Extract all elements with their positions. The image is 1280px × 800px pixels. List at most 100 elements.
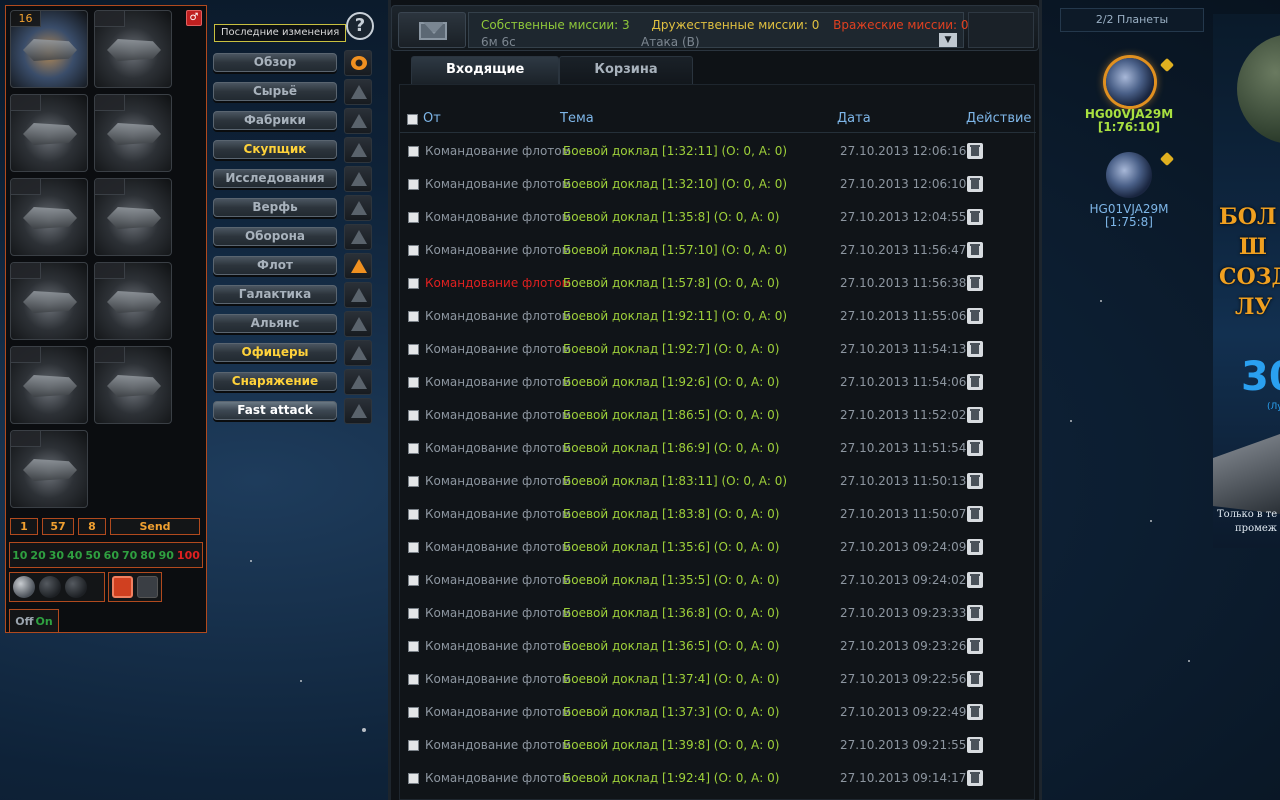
table-row[interactable]: Командование флотом Боевой доклад [1:86:9… xyxy=(400,432,1036,465)
message-subject[interactable]: Боевой доклад [1:35:8] (О: 0, А: 0) xyxy=(563,210,779,224)
trash-icon[interactable] xyxy=(967,407,983,423)
message-subject[interactable]: Боевой доклад [1:32:11] (О: 0, А: 0) xyxy=(563,144,787,158)
percent-option[interactable]: 90 xyxy=(159,549,174,562)
message-subject[interactable]: Боевой доклад [1:92:11] (О: 0, А: 0) xyxy=(563,309,787,323)
menu-item-fleet[interactable]: Флот xyxy=(213,256,339,278)
percent-option[interactable]: 70 xyxy=(122,549,137,562)
planet-name[interactable]: HG01VJA29M xyxy=(1064,202,1194,216)
message-subject[interactable]: Боевой доклад [1:83:11] (О: 0, А: 0) xyxy=(563,474,787,488)
table-row[interactable]: Командование флотом Боевой доклад [1:83:8… xyxy=(400,498,1036,531)
message-subject[interactable]: Боевой доклад [1:35:6] (О: 0, А: 0) xyxy=(563,540,779,554)
wrench-icon[interactable] xyxy=(1159,151,1175,167)
ship-slot[interactable] xyxy=(94,346,172,424)
table-row[interactable]: Командование флотом Боевой доклад [1:92:6… xyxy=(400,366,1036,399)
tab-trash[interactable]: Корзина xyxy=(559,56,693,84)
row-checkbox[interactable] xyxy=(408,146,419,157)
defense-icon[interactable] xyxy=(344,224,372,250)
debris-icon[interactable] xyxy=(39,576,61,598)
table-row[interactable]: Командование флотом Боевой доклад [1:32:1… xyxy=(400,135,1036,168)
row-checkbox[interactable] xyxy=(408,641,419,652)
table-row[interactable]: Командование флотом Боевой доклад [1:39:8… xyxy=(400,729,1036,762)
header-subject[interactable]: Тема xyxy=(560,111,594,126)
row-checkbox[interactable] xyxy=(408,476,419,487)
planet-name[interactable]: HG00VJA29M xyxy=(1064,107,1194,121)
table-row[interactable]: Командование флотом Боевой доклад [1:35:8… xyxy=(400,201,1036,234)
percent-option-selected[interactable]: 100 xyxy=(177,549,200,562)
percent-option[interactable]: 20 xyxy=(30,549,45,562)
latest-changes-link[interactable]: Последние изменения xyxy=(214,24,347,42)
table-row[interactable]: Командование флотом Боевой доклад [1:35:6… xyxy=(400,531,1036,564)
row-checkbox[interactable] xyxy=(408,674,419,685)
male-symbol-icon[interactable]: ♂ xyxy=(186,10,202,26)
row-checkbox[interactable] xyxy=(408,179,419,190)
planet-icon[interactable] xyxy=(13,576,35,598)
menu-item-research[interactable]: Исследования xyxy=(213,169,339,191)
trash-icon[interactable] xyxy=(967,473,983,489)
ship-slot[interactable] xyxy=(94,94,172,172)
row-checkbox[interactable] xyxy=(408,707,419,718)
message-subject[interactable]: Боевой доклад [1:36:5] (О: 0, А: 0) xyxy=(563,639,779,653)
menu-item-alliance[interactable]: Альянс xyxy=(213,314,339,336)
planet-image[interactable] xyxy=(1106,152,1152,198)
row-checkbox[interactable] xyxy=(408,245,419,256)
row-checkbox[interactable] xyxy=(408,542,419,553)
table-row[interactable]: Командование флотом Боевой доклад [1:92:4… xyxy=(400,762,1036,795)
header-from[interactable]: От xyxy=(423,111,441,126)
header-date[interactable]: Дата xyxy=(837,111,871,126)
message-subject[interactable]: Боевой доклад [1:32:10] (О: 0, А: 0) xyxy=(563,177,787,191)
chevron-down-icon[interactable]: ▼ xyxy=(939,33,957,47)
trash-icon[interactable] xyxy=(967,143,983,159)
trash-icon[interactable] xyxy=(967,539,983,555)
ship-slot[interactable] xyxy=(10,346,88,424)
menu-item-defense[interactable]: Оборона xyxy=(213,227,339,249)
row-checkbox[interactable] xyxy=(408,773,419,784)
percent-option[interactable]: 60 xyxy=(104,549,119,562)
on-off-toggle[interactable]: Off On xyxy=(9,609,59,633)
send-button[interactable]: Send xyxy=(110,518,200,535)
resources-icon[interactable] xyxy=(344,79,372,105)
percent-option[interactable]: 10 xyxy=(12,549,27,562)
menu-item-overview[interactable]: Обзор xyxy=(213,53,339,75)
menu-item-factories[interactable]: Фабрики xyxy=(213,111,339,133)
row-checkbox[interactable] xyxy=(408,575,419,586)
mail-button[interactable] xyxy=(398,12,466,48)
row-checkbox[interactable] xyxy=(408,410,419,421)
message-subject[interactable]: Боевой доклад [1:57:8] (О: 0, А: 0) xyxy=(563,276,779,290)
trash-icon[interactable] xyxy=(967,209,983,225)
trash-icon[interactable] xyxy=(967,572,983,588)
row-checkbox[interactable] xyxy=(408,377,419,388)
message-subject[interactable]: Боевой доклад [1:37:4] (О: 0, А: 0) xyxy=(563,672,779,686)
ship-slot[interactable] xyxy=(10,178,88,256)
percent-option[interactable]: 50 xyxy=(85,549,100,562)
tab-inbox[interactable]: Входящие xyxy=(411,56,560,84)
trash-icon[interactable] xyxy=(967,341,983,357)
quick-value-box[interactable]: 57 xyxy=(42,518,74,535)
trash-icon[interactable] xyxy=(967,770,983,786)
table-row[interactable]: Командование флотом Боевой доклад [1:36:8… xyxy=(400,597,1036,630)
ship-slot[interactable] xyxy=(94,178,172,256)
row-checkbox[interactable] xyxy=(408,278,419,289)
equipment-icon[interactable] xyxy=(344,369,372,395)
message-subject[interactable]: Боевой доклад [1:92:7] (О: 0, А: 0) xyxy=(563,342,779,356)
research-icon[interactable] xyxy=(344,166,372,192)
menu-item-officers[interactable]: Офицеры xyxy=(213,343,339,365)
ship-slot[interactable]: 16 xyxy=(10,10,88,88)
ship-slot[interactable] xyxy=(10,94,88,172)
table-row[interactable]: Командование флотом Боевой доклад [1:57:8… xyxy=(400,267,1036,300)
message-subject[interactable]: Боевой доклад [1:92:6] (О: 0, А: 0) xyxy=(563,375,779,389)
factories-icon[interactable] xyxy=(344,108,372,134)
row-checkbox[interactable] xyxy=(408,344,419,355)
row-checkbox[interactable] xyxy=(408,740,419,751)
trash-icon[interactable] xyxy=(967,275,983,291)
table-row[interactable]: Командование флотом Боевой доклад [1:83:1… xyxy=(400,465,1036,498)
quick-value-box[interactable]: 1 xyxy=(10,518,38,535)
trash-icon[interactable] xyxy=(967,737,983,753)
alliance-icon[interactable] xyxy=(344,311,372,337)
percent-option[interactable]: 40 xyxy=(67,549,82,562)
row-checkbox[interactable] xyxy=(408,212,419,223)
shipyard-icon[interactable] xyxy=(344,195,372,221)
trash-icon[interactable] xyxy=(967,506,983,522)
menu-item-equipment[interactable]: Снаряжение xyxy=(213,372,339,394)
quick-value-box[interactable]: 8 xyxy=(78,518,106,535)
galaxy-icon[interactable] xyxy=(344,282,372,308)
